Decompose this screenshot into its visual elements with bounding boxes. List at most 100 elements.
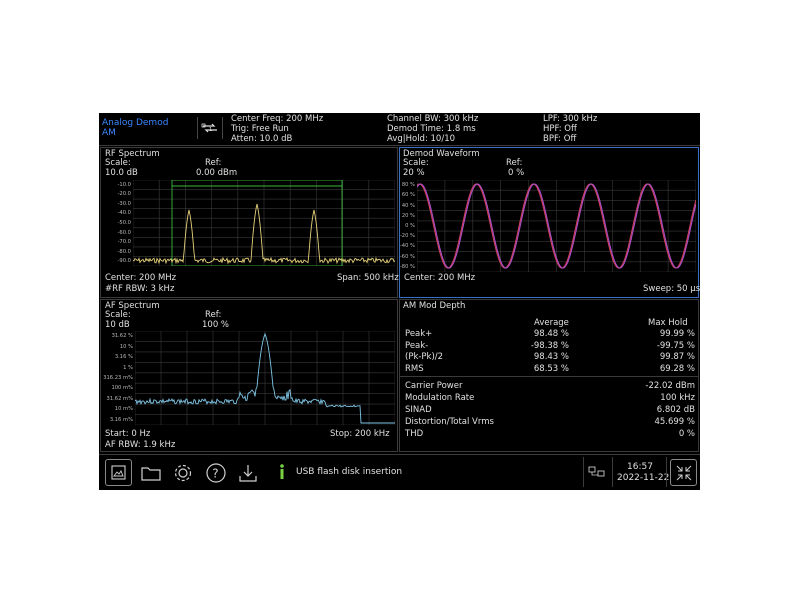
demod-center-readout[interactable]: Center: 200 MHz: [404, 273, 475, 283]
mod-metric-label: Modulation Rate: [405, 393, 475, 403]
mod-metric-row: Carrier Power -22.02 dBm: [405, 381, 695, 392]
mod-row-average: 68.53 %: [533, 363, 569, 374]
folder-icon[interactable]: [137, 459, 164, 486]
atten-readout[interactable]: Atten: 10.0 dB: [231, 134, 292, 144]
rf-scale-label: Scale:: [105, 158, 131, 168]
y-tick-label: -40.0: [117, 210, 131, 217]
rf-ref-label: Ref:: [205, 158, 222, 168]
y-tick-label: 80 %: [401, 182, 415, 189]
svg-text:?: ?: [212, 466, 218, 480]
af-scale-label: Scale:: [105, 310, 131, 320]
mod-row-average: 98.48 %: [533, 329, 569, 339]
collapse-icon[interactable]: [670, 459, 697, 486]
mod-depth-row: Peak+ 98.48 % 99.99 %: [405, 329, 695, 340]
y-tick-label: -30.0: [117, 200, 131, 207]
mod-metric-value: 100 kHz: [660, 393, 695, 403]
mod-row-maxhold: 99.87 %: [659, 352, 695, 362]
demod-sweep-readout[interactable]: Sweep: 50 μs: [643, 284, 700, 294]
gear-icon[interactable]: [169, 459, 196, 486]
trigger-readout[interactable]: Trig: Free Run: [231, 124, 289, 134]
mod-row-average: 98.43 %: [533, 352, 569, 362]
header-divider: [99, 145, 700, 146]
demod-time-readout[interactable]: Demod Time: 1.8 ms: [387, 124, 476, 134]
rf-span-readout[interactable]: Span: 500 kHz: [337, 273, 399, 283]
y-tick-label: -20.0: [117, 191, 131, 198]
y-tick-label: -20 %: [399, 233, 415, 240]
sweep-mode-icon[interactable]: 1: [197, 117, 223, 139]
mod-depth-row: (Pk-Pk)/2 98.43 % 99.87 %: [405, 352, 695, 363]
af-start-readout[interactable]: Start: 0 Hz: [105, 429, 150, 439]
status-divider-3: [666, 457, 667, 487]
demod-ref-label: Ref:: [506, 158, 523, 168]
mod-metric-value: -22.02 dBm: [645, 381, 695, 391]
y-tick-label: -50.0: [117, 220, 131, 226]
demod-ref-value: 0 %: [508, 168, 525, 178]
af-stop-readout[interactable]: Stop: 200 kHz: [330, 429, 390, 439]
af-ref-value: 100 %: [202, 320, 230, 330]
y-tick-label: -60.0: [117, 229, 131, 236]
analyzer-screen: Analog Demod AM 1 Center Freq: 200 MHz T…: [99, 113, 700, 490]
rf-center-readout[interactable]: Center: 200 MHz: [105, 273, 176, 283]
help-icon[interactable]: ?: [202, 459, 229, 486]
toolbar-divider: [99, 454, 700, 455]
network-icon[interactable]: [588, 464, 606, 478]
mod-maxhold-header: Max Hold: [648, 318, 688, 328]
mod-divider: [400, 376, 698, 377]
mod-row-maxhold: 99.99 %: [659, 329, 695, 339]
y-tick-label: 31.62 m%: [106, 395, 133, 402]
mod-row-label: (Pk-Pk)/2: [405, 352, 444, 362]
y-tick-label: -40 %: [399, 243, 415, 250]
status-divider-1: [583, 457, 584, 487]
rf-spectrum-plot[interactable]: [133, 180, 395, 266]
bpf-readout[interactable]: BPF: Off: [543, 134, 576, 144]
y-tick-label: -80.0: [117, 248, 131, 255]
mode-title[interactable]: Analog Demod: [102, 118, 168, 128]
rf-scale-value: 10.0 dB: [105, 168, 138, 178]
af-scale-value: 10 dB: [105, 320, 130, 330]
y-tick-label: 40 %: [401, 202, 415, 209]
mod-metric-row: Distortion/Total Vrms 45.699 %: [405, 417, 695, 428]
mod-row-label: Peak+: [405, 329, 433, 339]
status-message: USB flash disk insertion: [296, 467, 403, 477]
mod-average-header: Average: [534, 318, 569, 328]
mod-metric-value: 0 %: [678, 429, 695, 439]
mod-row-label: Peak-: [405, 340, 429, 351]
svg-text:1: 1: [209, 127, 212, 133]
mod-depth-row: RMS 68.53 % 69.28 %: [405, 364, 695, 375]
avg-hold-readout[interactable]: Avg|Hold: 10/10: [387, 134, 455, 144]
demod-scale-label: Scale:: [403, 158, 429, 168]
channel-bw-readout[interactable]: Channel BW: 300 kHz: [387, 114, 478, 124]
af-spectrum-plot[interactable]: [135, 331, 395, 425]
af-rbw-readout[interactable]: AF RBW: 1.9 kHz: [105, 440, 175, 450]
screenshot-icon[interactable]: [105, 459, 132, 486]
y-tick-label: -90.0: [117, 258, 131, 265]
mode-subtitle[interactable]: AM: [102, 128, 116, 138]
y-tick-label: 10 m%: [114, 406, 133, 413]
mod-metric-label: Distortion/Total Vrms: [405, 417, 494, 427]
lpf-readout[interactable]: LPF: 300 kHz: [543, 114, 597, 124]
y-tick-label: 3.16 m%: [109, 416, 133, 423]
y-tick-label: 100 m%: [111, 385, 133, 392]
status-divider-2: [612, 457, 613, 487]
y-tick-label: -60 %: [399, 253, 415, 260]
af-ref-label: Ref:: [205, 310, 222, 320]
demod-scale-value: 20 %: [403, 168, 425, 178]
demod-waveform-plot[interactable]: [417, 180, 696, 272]
download-icon[interactable]: [234, 459, 261, 486]
clock-time: 16:57: [627, 462, 653, 472]
rf-rbw-readout[interactable]: #RF RBW: 3 kHz: [105, 284, 174, 294]
y-tick-label: 0 %: [405, 223, 415, 229]
mod-metric-value: 45.699 %: [654, 417, 695, 427]
mod-row-label: RMS: [405, 363, 424, 374]
y-tick-label: 1 %: [123, 364, 133, 371]
mod-metric-row: THD 0 %: [405, 429, 695, 440]
mod-metric-label: Carrier Power: [405, 381, 463, 391]
hpf-readout[interactable]: HPF: Off: [543, 124, 577, 134]
mod-row-maxhold: -99.75 %: [656, 340, 695, 351]
y-tick-label: 60 %: [401, 192, 415, 199]
mod-metric-value: 6.802 dB: [656, 405, 695, 415]
mod-metric-label: THD: [405, 429, 424, 439]
info-icon: [277, 463, 287, 481]
y-tick-label: -70.0: [117, 239, 131, 246]
center-freq-readout[interactable]: Center Freq: 200 MHz: [231, 114, 323, 124]
